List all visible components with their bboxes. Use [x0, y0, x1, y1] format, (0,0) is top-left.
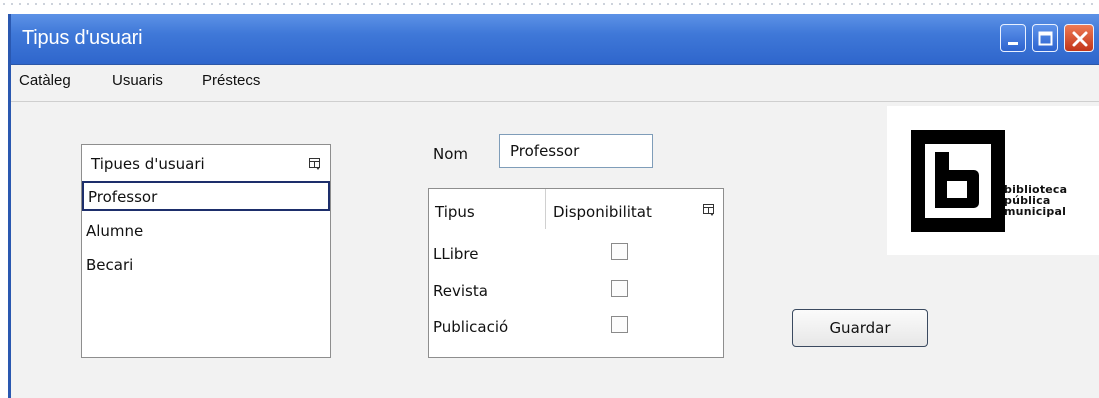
list-item-label: Alumne [86, 222, 144, 240]
table-cell-tipus: Publicació [433, 318, 509, 336]
menu-item-usuaris[interactable]: Usuaris [112, 72, 163, 89]
minimize-button[interactable] [1000, 24, 1026, 52]
user-types-header-label: Tipues d'usuari [91, 155, 205, 173]
disponibilitat-checkbox[interactable] [611, 243, 628, 260]
user-types-list[interactable]: Tipues d'usuari Professor Alumne Becari [81, 144, 331, 358]
list-item[interactable]: Professor [82, 181, 330, 211]
table-row[interactable]: Revista [429, 274, 723, 310]
column-divider [545, 189, 546, 229]
library-logo-icon [911, 130, 1005, 232]
nom-label: Nom [433, 145, 469, 163]
list-item[interactable]: Becari [82, 251, 330, 281]
disponibilitat-checkbox[interactable] [611, 280, 628, 297]
table-row[interactable]: LLibre [429, 237, 723, 273]
logo-text-line3: municipal [1004, 205, 1067, 218]
close-button[interactable] [1064, 24, 1094, 52]
user-types-list-header[interactable]: Tipues d'usuari [82, 145, 330, 181]
main-content: Tipues d'usuari Professor Alumne Becari … [11, 102, 1099, 398]
table-cell-tipus: LLibre [433, 245, 479, 263]
close-icon [1072, 31, 1088, 47]
menu-item-cataleg[interactable]: Catàleg [19, 72, 71, 89]
column-chooser-icon[interactable] [702, 203, 716, 217]
window-title: Tipus d'usuari [22, 27, 143, 49]
maximize-button[interactable] [1032, 24, 1058, 52]
list-item-label: Professor [88, 188, 158, 206]
library-logo: biblioteca pública municipal [887, 106, 1099, 255]
save-button[interactable]: Guardar [792, 309, 928, 347]
disponibilitat-checkbox[interactable] [611, 316, 628, 333]
column-chooser-icon[interactable] [308, 157, 322, 171]
column-header-tipus[interactable]: Tipus [435, 203, 475, 221]
availability-table[interactable]: Tipus Disponibilitat LLibre Revista Publ… [428, 188, 724, 358]
list-item[interactable]: Alumne [82, 217, 330, 247]
minimize-icon [1008, 42, 1018, 45]
desktop-background [0, 0, 1099, 8]
maximize-icon [1038, 31, 1053, 46]
table-row[interactable]: Publicació [429, 310, 723, 346]
menu-bar: Catàleg Usuaris Préstecs [11, 65, 1099, 102]
list-item-label: Becari [86, 256, 134, 274]
title-bar[interactable]: Tipus d'usuari [11, 14, 1099, 65]
menu-item-prestecs[interactable]: Préstecs [202, 72, 260, 89]
app-window: Tipus d'usuari Catàleg Usuaris Préstecs [8, 14, 1099, 398]
table-cell-tipus: Revista [433, 282, 488, 300]
nom-field[interactable] [499, 134, 653, 168]
column-header-disponibilitat[interactable]: Disponibilitat [553, 203, 652, 221]
